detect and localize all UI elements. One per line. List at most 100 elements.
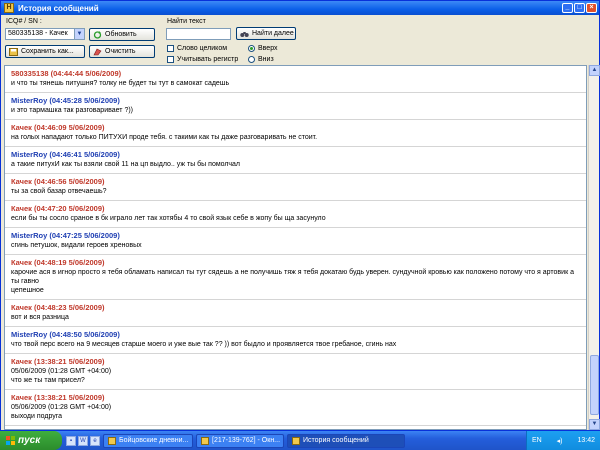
task-list: Бойцовские дневни... [217-139-762] - Окн.… — [100, 433, 405, 448]
clock: 13:42 — [577, 437, 595, 444]
message-time: (04:48:50 5/06/2009) — [49, 330, 120, 339]
message-text: и что ты тянешь питушня? толку не будет … — [11, 80, 230, 87]
start-button[interactable]: пуск — [0, 431, 62, 450]
message-text: карочие ася в игнор просто я тебя облама… — [11, 269, 574, 285]
taskbar-button[interactable]: [217-139-762] - Окн... — [196, 433, 284, 448]
message-time: (04:48:19 5/06/2009) — [34, 258, 105, 267]
message-sender: MisterRoy — [11, 330, 48, 339]
message-time: (04:45:28 5/06/2009) — [49, 96, 120, 105]
desktop-icon[interactable]: ▪ — [66, 435, 76, 446]
title-bar[interactable]: H История сообщений _ □ × — [1, 1, 599, 15]
message-sender: Качек — [11, 393, 32, 402]
message-header: MisterRoy (04:48:50 5/06/2009) — [11, 330, 582, 340]
scroll-up-icon[interactable]: ▲ — [589, 65, 600, 76]
message-sender: MisterRoy — [11, 231, 48, 240]
message-text: ты за свой базар отвечаешь? — [11, 188, 107, 195]
find-label: Найти текст — [167, 18, 206, 25]
taskbar-button-label: История сообщений — [303, 437, 369, 444]
message-header: 580335138 (04:44:44 5/06/2009) — [11, 69, 582, 79]
history-window: H История сообщений _ □ × ICQ# / SN : 58… — [0, 0, 600, 431]
message-sender: MisterRoy — [11, 150, 48, 159]
message-item: Качек (04:48:23 5/06/2009) вот и вся разн… — [5, 300, 586, 327]
close-icon[interactable]: × — [586, 3, 597, 13]
contact-value: 580335138 - Качек — [8, 30, 68, 37]
volume-icon[interactable]: ◂) — [557, 437, 563, 445]
refresh-icon — [93, 30, 102, 39]
message-text: на голых нападают только ПИТУХИ проде те… — [11, 134, 318, 141]
window-icon — [201, 436, 209, 445]
message-text: что твой перс всего на 9 месяцев старше … — [11, 341, 397, 348]
message-header: MisterRoy (04:47:25 5/06/2009) — [11, 231, 582, 241]
message-text: и это тармашка так разговаривает ?)) — [11, 107, 134, 114]
message-item: MisterRoy (04:46:41 5/06/2009) а такие пи… — [5, 147, 586, 174]
binoculars-icon — [240, 31, 249, 37]
message-header: Качек (04:48:23 5/06/2009) — [11, 303, 582, 313]
message-header: Качек (13:38:21 5/06/2009) — [11, 357, 582, 367]
quick-launch: ▪ W e — [66, 435, 100, 446]
taskbar-button[interactable]: Бойцовские дневни... — [103, 433, 193, 448]
scroll-down-icon[interactable]: ▼ — [589, 419, 600, 430]
windows-logo-icon — [6, 436, 15, 445]
message-item: 580335138 (04:44:44 5/06/2009) и что ты т… — [5, 66, 586, 93]
message-text: если бы ты сосло сраное в бк играло лет … — [11, 215, 326, 222]
refresh-button[interactable]: Обновить — [89, 28, 155, 41]
vertical-scrollbar[interactable]: ▲ ▼ — [588, 65, 600, 430]
message-header: MisterRoy (04:45:28 5/06/2009) — [11, 96, 582, 106]
window-title: История сообщений — [18, 3, 99, 13]
message-text: цепешное — [11, 287, 44, 294]
toolbar: ICQ# / SN : 580335138 - Качек ▼ Обновить… — [1, 15, 599, 65]
message-time: (04:46:41 5/06/2009) — [49, 150, 120, 159]
minimize-icon[interactable]: _ — [562, 3, 573, 13]
message-text: сгинь петушок, видали героев хреновых — [11, 242, 142, 249]
system-tray: EN ◂) 13:42 — [526, 431, 600, 450]
message-time: (04:48:23 5/06/2009) — [34, 303, 105, 312]
whole-word-checkbox[interactable]: Слово целиком — [167, 45, 227, 52]
message-header: Качек (04:46:09 5/06/2009) — [11, 123, 582, 133]
window-icon — [292, 436, 300, 445]
explorer-icon[interactable]: e — [90, 435, 100, 446]
message-time: (04:46:09 5/06/2009) — [34, 123, 105, 132]
message-time: (13:38:21 5/06/2009) — [34, 393, 105, 402]
contact-select[interactable]: 580335138 - Качек ▼ — [5, 28, 85, 40]
message-time: (04:44:44 5/06/2009) — [50, 69, 122, 78]
clear-icon — [93, 48, 102, 55]
message-header: Качек (04:47:20 5/06/2009) — [11, 204, 582, 214]
message-item: MisterRoy (04:45:28 5/06/2009) и это тарм… — [5, 93, 586, 120]
message-item: Качек (04:46:56 5/06/2009) ты за свой баз… — [5, 174, 586, 201]
message-item: Качек (13:38:21 5/06/2009) 05/06/2009 (01… — [5, 354, 586, 390]
word-icon[interactable]: W — [78, 435, 88, 446]
save-icon — [9, 47, 18, 56]
taskbar-button-label: [217-139-762] - Окн... — [212, 437, 281, 444]
maximize-icon[interactable]: □ — [574, 3, 585, 13]
chevron-down-icon[interactable]: ▼ — [74, 29, 84, 39]
message-time: (13:38:21 5/06/2009) — [34, 357, 105, 366]
message-header: Качек (04:46:56 5/06/2009) — [11, 177, 582, 187]
message-header: Качек (04:48:19 5/06/2009) — [11, 258, 582, 268]
message-text: выходи подруга — [11, 413, 63, 420]
message-sender: Качек — [11, 258, 32, 267]
message-history-list[interactable]: 580335138 (04:44:44 5/06/2009) и что ты т… — [4, 65, 587, 430]
message-sender: Качек — [11, 177, 32, 186]
find-input[interactable] — [166, 28, 231, 40]
message-item: Качек (04:48:19 5/06/2009) карочие ася в … — [5, 255, 586, 300]
taskbar-button-label: Бойцовские дневни... — [119, 437, 189, 444]
find-next-button[interactable]: Найти далее — [236, 27, 296, 40]
clear-button[interactable]: Очистить — [89, 45, 155, 58]
taskbar-button[interactable]: История сообщений — [287, 433, 405, 448]
message-sender: Качек — [11, 204, 32, 213]
app-icon: H — [4, 3, 14, 13]
save-as-button[interactable]: Сохранить как... — [5, 45, 85, 58]
direction-up-radio[interactable]: Вверх — [248, 45, 278, 52]
direction-down-radio[interactable]: Вниз — [248, 56, 274, 63]
scroll-thumb[interactable] — [590, 355, 599, 415]
window-icon — [108, 436, 116, 445]
message-item: Качек (04:47:20 5/06/2009) если бы ты сос… — [5, 201, 586, 228]
message-text: 05/06/2009 (01:28 GMT +04:00) — [11, 404, 112, 411]
language-indicator[interactable]: EN — [532, 437, 542, 444]
message-item: Качек (13:38:21 5/06/2009) 05/06/2009 (01… — [5, 390, 586, 426]
match-case-checkbox[interactable]: Учитывать регистр — [167, 56, 238, 63]
message-header: MisterRoy (04:46:41 5/06/2009) — [11, 150, 582, 160]
message-time: (04:47:25 5/06/2009) — [49, 231, 120, 240]
message-sender: MisterRoy — [11, 96, 48, 105]
message-item: Качек (04:46:09 5/06/2009) на голых напад… — [5, 120, 586, 147]
